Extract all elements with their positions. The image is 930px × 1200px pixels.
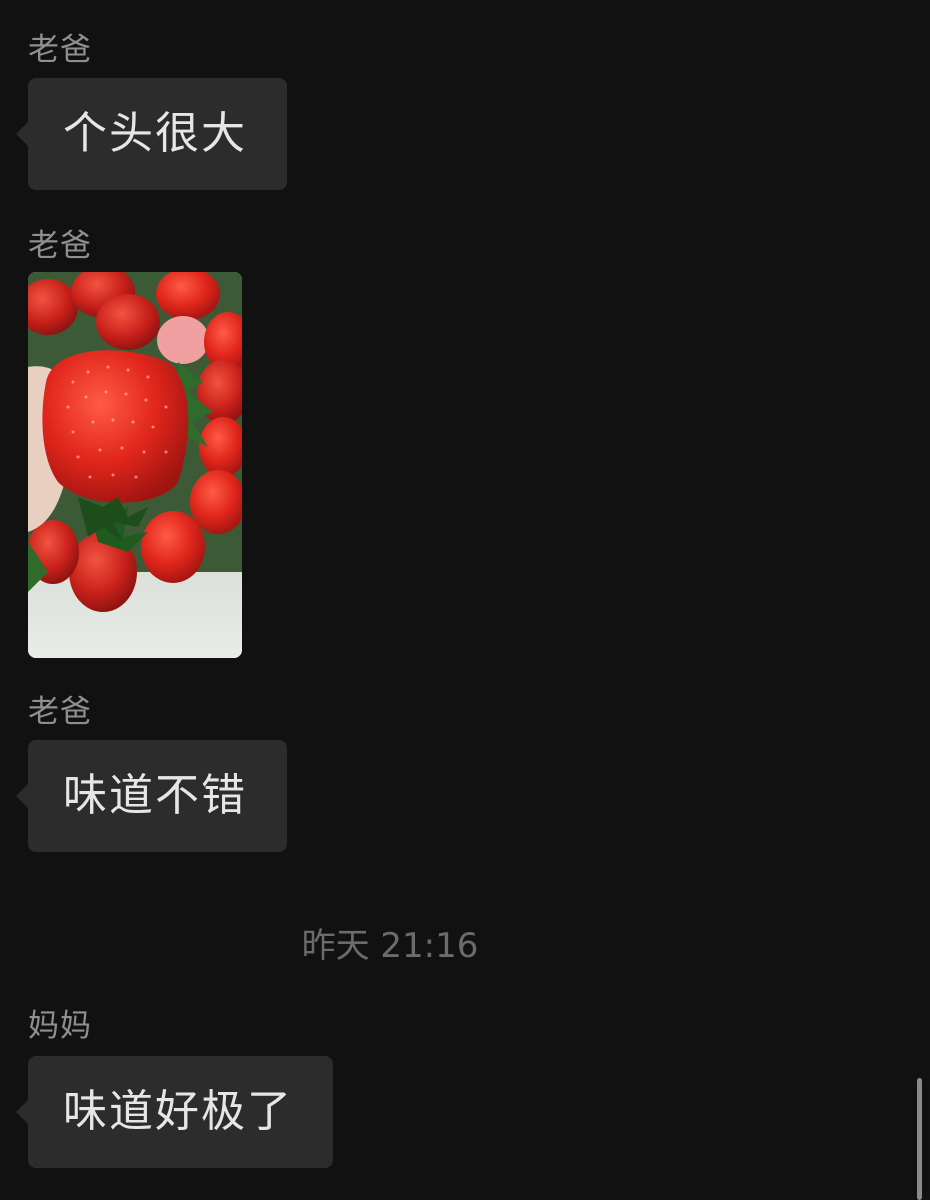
scrollbar[interactable] xyxy=(917,1078,922,1200)
sender-name: 妈妈 xyxy=(28,1008,92,1044)
sender-name: 老爸 xyxy=(28,694,92,730)
message-bubble[interactable]: 个头很大 xyxy=(16,78,287,190)
strawberries-image xyxy=(28,272,242,658)
message-bubble[interactable]: 味道不错 xyxy=(16,740,287,852)
message-text: 味道好极了 xyxy=(63,1086,293,1137)
message-bubble[interactable]: 味道好极了 xyxy=(16,1056,333,1168)
photo-message[interactable] xyxy=(28,272,242,658)
chat-window: 老爸 个头很大 老爸 老爸 味道不错 昨天 21:16 妈妈 味道好极了 xyxy=(0,0,930,1200)
sender-name: 老爸 xyxy=(28,32,92,68)
timestamp: 昨天 21:16 xyxy=(301,926,479,966)
message-text: 味道不错 xyxy=(63,770,247,821)
message-text: 个头很大 xyxy=(63,108,247,159)
sender-name: 老爸 xyxy=(28,228,92,264)
